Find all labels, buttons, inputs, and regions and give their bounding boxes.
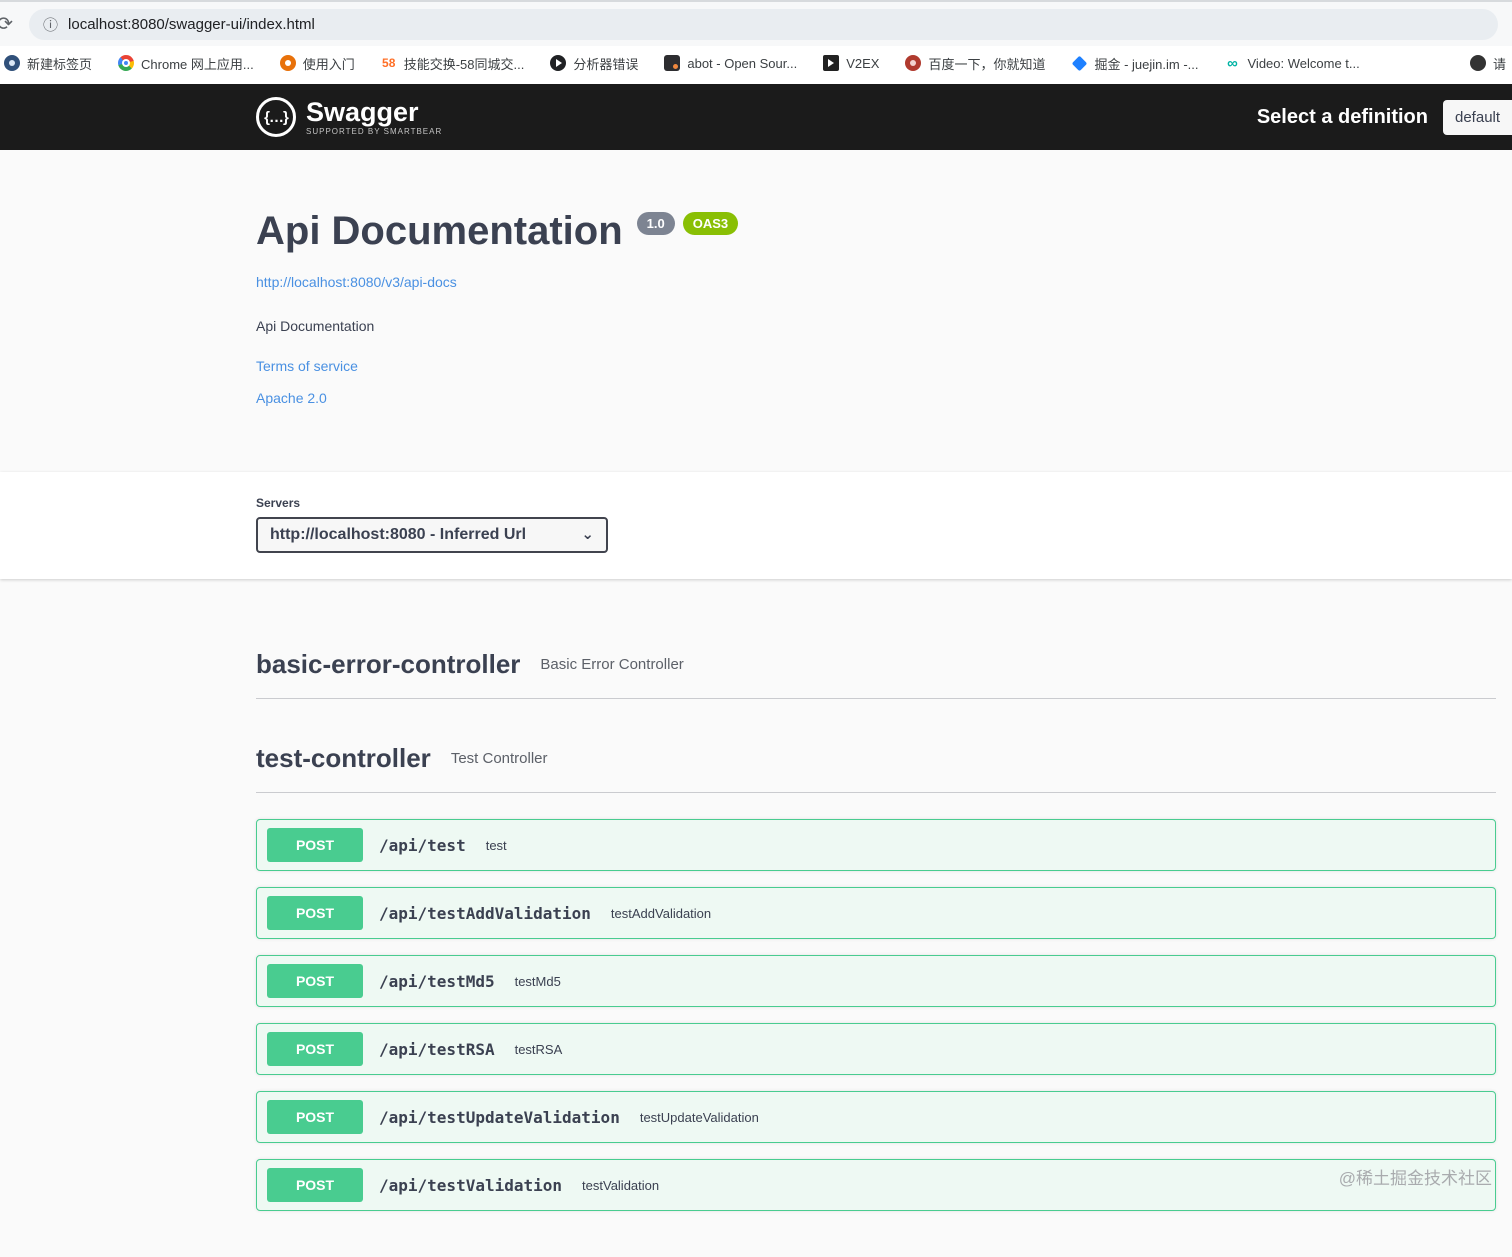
tag-name: basic-error-controller	[256, 649, 521, 679]
juejin-watermark: @稀土掘金技术社区	[1338, 1169, 1492, 1188]
select-definition-label: Select a definition	[1256, 105, 1428, 128]
post-method-badge: POST	[267, 964, 363, 998]
smartbear-byline: SUPPORTED BY SMARTBEAR	[306, 127, 443, 136]
operation-path: /api/testMd5	[379, 971, 495, 991]
operation-summary: test	[485, 837, 507, 853]
tag-section-basic-error-controller: basic-error-controller Basic Error Contr…	[256, 639, 1496, 699]
post-method-badge: POST	[267, 1168, 363, 1202]
operation-path: /api/testUpdateValidation	[379, 1107, 620, 1127]
abot-favicon	[664, 55, 681, 71]
analyzer-favicon	[550, 55, 567, 71]
operations-wrapper: basic-error-controller Basic Error Contr…	[0, 579, 1512, 1257]
operation-path: /api/testAddValidation	[379, 903, 591, 923]
scheme-container: Servers http://localhost:8080 - Inferred…	[0, 472, 1512, 579]
oas3-badge: OAS3	[682, 212, 739, 235]
tag-header-test-controller[interactable]: test-controller Test Controller	[256, 733, 1496, 793]
bookmark-label: 使用入门	[302, 56, 355, 72]
operation-row-testUpdateValidation[interactable]: POST /api/testUpdateValidation testUpdat…	[256, 1091, 1496, 1143]
post-method-badge: POST	[267, 828, 363, 862]
swagger-logo: {…} Swagger SUPPORTED BY SMARTBEAR	[256, 97, 442, 137]
tag-description: Test Controller	[450, 750, 548, 767]
definition-select[interactable]: default	[1443, 99, 1512, 135]
servers-select-value: http://localhost:8080 - Inferred Url	[270, 526, 527, 543]
bookmark-favicon	[1469, 55, 1486, 71]
operation-summary: testRSA	[514, 1041, 563, 1057]
bookmark-label: abot - Open Sour...	[687, 55, 798, 71]
operation-summary: testValidation	[582, 1177, 660, 1193]
bookmarks-bar: 新建标签页 Chrome 网上应用... 使用入门 58 技能交换-58同城交.…	[0, 46, 1512, 84]
license-link[interactable]: Apache 2.0	[256, 390, 327, 406]
post-method-badge: POST	[267, 1100, 363, 1134]
juejin-favicon	[1071, 55, 1087, 71]
operation-path: /api/testRSA	[379, 1039, 495, 1059]
browser-toolbar: ⟳ ⓘ localhost:8080/swagger-ui/index.html	[0, 0, 1512, 46]
version-badge: 1.0	[636, 212, 675, 235]
bookmark-item-baidu[interactable]: 百度一下，你就知道	[905, 54, 1045, 73]
bookmark-item-juejin[interactable]: 掘金 - juejin.im -...	[1071, 54, 1198, 73]
getting-started-favicon	[279, 55, 296, 71]
bookmark-item-video[interactable]: ∞ Video: Welcome t...	[1225, 54, 1360, 72]
definition-select-value: default	[1455, 108, 1501, 126]
bookmark-item-abot[interactable]: abot - Open Sour...	[664, 55, 797, 71]
video-favicon: ∞	[1227, 54, 1238, 72]
servers-select[interactable]: http://localhost:8080 - Inferred Url ⌄	[256, 517, 608, 553]
v2ex-favicon	[823, 55, 840, 71]
api-description: Api Documentation	[256, 318, 375, 334]
bookmark-item-newtab[interactable]: 新建标签页	[4, 54, 92, 73]
tag-name: test-controller	[256, 743, 431, 773]
chevron-down-icon: ⌄	[581, 526, 594, 543]
new-tab-favicon	[4, 55, 20, 71]
bookmark-label: 技能交换-58同城交...	[403, 56, 525, 72]
post-method-badge: POST	[267, 1032, 363, 1066]
operation-row-testMd5[interactable]: POST /api/testMd5 testMd5	[256, 955, 1496, 1007]
swagger-topbar: {…} Swagger SUPPORTED BY SMARTBEAR Selec…	[0, 84, 1512, 150]
chrome-favicon	[118, 55, 135, 71]
bookmark-label: 新建标签页	[27, 56, 93, 72]
operation-row-testRSA[interactable]: POST /api/testRSA testRSA	[256, 1023, 1496, 1075]
url-text: localhost:8080/swagger-ui/index.html	[68, 15, 315, 33]
tag-description: Basic Error Controller	[540, 656, 684, 673]
operation-summary: testMd5	[514, 973, 561, 989]
bookmark-label: Chrome 网上应用...	[141, 56, 254, 72]
bookmark-label: 分析器错误	[573, 56, 639, 72]
page-title: Api Documentation	[256, 209, 623, 253]
tag-header-basic-error-controller[interactable]: basic-error-controller Basic Error Contr…	[256, 639, 1496, 699]
bookmark-label: V2EX	[846, 55, 880, 71]
operation-path: /api/test	[379, 835, 466, 855]
api-info-section: Api Documentation 1.0 OAS3 http://localh…	[0, 150, 1512, 438]
swagger-logo-icon: {…}	[256, 97, 296, 137]
bookmark-item-chrome-store[interactable]: Chrome 网上应用...	[118, 54, 254, 73]
baidu-favicon	[905, 55, 922, 71]
servers-label: Servers	[256, 496, 301, 510]
bookmark-item-analyzer[interactable]: 分析器错误	[550, 54, 638, 73]
bookmark-label: Video: Welcome t...	[1247, 55, 1360, 71]
bookmark-item-v2ex[interactable]: V2EX	[823, 55, 879, 71]
bookmark-label: 掘金 - juejin.im -...	[1094, 56, 1199, 72]
swagger-logo-text: Swagger	[306, 97, 419, 127]
bookmark-item-last[interactable]: 请	[1469, 54, 1506, 73]
operation-path: /api/testValidation	[379, 1175, 563, 1195]
operation-row-test[interactable]: POST /api/test test	[256, 819, 1496, 871]
reload-icon[interactable]: ⟳	[0, 13, 17, 36]
bookmark-label: 请	[1492, 56, 1506, 72]
bookmark-label: 百度一下，你就知道	[928, 56, 1046, 72]
operation-list: POST /api/test test POST /api/testAddVal…	[256, 819, 1496, 1211]
58-favicon: 58	[382, 56, 396, 70]
site-info-icon[interactable]: ⓘ	[43, 14, 58, 35]
api-docs-link[interactable]: http://localhost:8080/v3/api-docs	[256, 274, 457, 290]
operation-row-testAddValidation[interactable]: POST /api/testAddValidation testAddValid…	[256, 887, 1496, 939]
post-method-badge: POST	[267, 896, 363, 930]
operation-summary: testUpdateValidation	[639, 1109, 759, 1125]
tag-section-test-controller: test-controller Test Controller POST /ap…	[256, 733, 1496, 1211]
address-bar[interactable]: ⓘ localhost:8080/swagger-ui/index.html	[29, 8, 1498, 40]
bookmark-item-58[interactable]: 58 技能交换-58同城交...	[381, 54, 525, 73]
operation-row-testValidation[interactable]: POST /api/testValidation testValidation	[256, 1159, 1496, 1211]
terms-of-service-link[interactable]: Terms of service	[256, 358, 358, 374]
definition-selector-group: Select a definition default	[1256, 99, 1512, 135]
bookmark-item-getting-started[interactable]: 使用入门	[279, 54, 355, 73]
operation-summary: testAddValidation	[610, 905, 712, 921]
